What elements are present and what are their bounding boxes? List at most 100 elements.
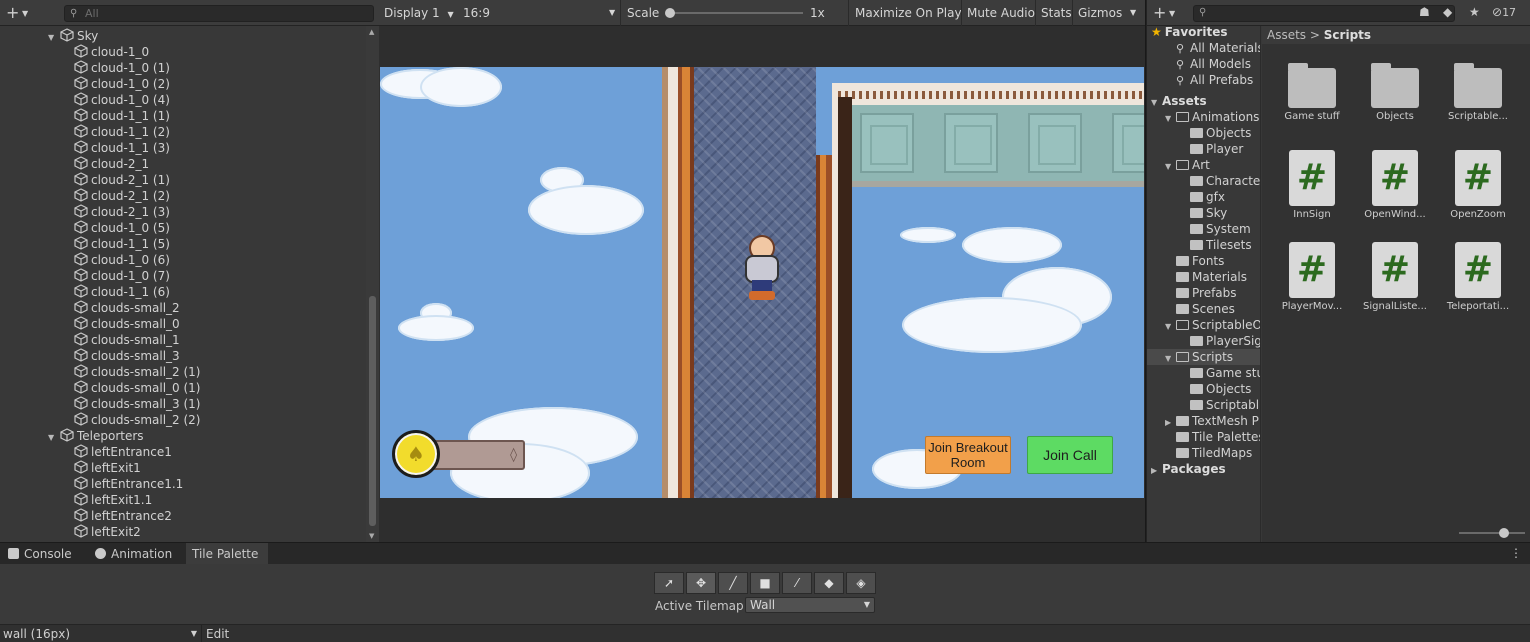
hierarchy-item[interactable]: cloud-1_1 (3) bbox=[74, 140, 170, 156]
hierarchy-item[interactable]: clouds-small_2 bbox=[74, 300, 180, 316]
hierarchy-item[interactable]: ▼ Sky bbox=[48, 28, 98, 44]
asset-script[interactable]: # SignalListe... bbox=[1357, 236, 1433, 318]
project-tree-item[interactable]: ▼ Scripts bbox=[1147, 349, 1260, 365]
erase-tool[interactable]: ◆ bbox=[814, 572, 844, 594]
project-tree-item[interactable]: TiledMaps bbox=[1147, 445, 1260, 461]
join-call-button[interactable]: Join Call bbox=[1027, 436, 1113, 474]
asset-script[interactable]: # PlayerMov... bbox=[1274, 236, 1350, 318]
project-tree-item[interactable]: ▼ ScriptableO bbox=[1147, 317, 1260, 333]
favorites-star-icon[interactable]: ★ bbox=[1469, 5, 1480, 19]
stats-toggle[interactable]: Stats bbox=[1035, 0, 1072, 26]
icon-size-slider-knob[interactable] bbox=[1499, 528, 1509, 538]
maximize-on-play-toggle[interactable]: Maximize On Play bbox=[848, 0, 962, 26]
paint-tool[interactable]: ╱ bbox=[718, 572, 748, 594]
project-tree-item[interactable]: ⚲ All Models bbox=[1147, 56, 1260, 72]
expand-arrow-icon[interactable]: ▶ bbox=[1151, 463, 1162, 479]
palette-dropdown[interactable]: wall (16px) ▼ bbox=[3, 626, 199, 642]
project-tree-item[interactable]: Game stu bbox=[1147, 365, 1260, 381]
hierarchy-item[interactable]: clouds-small_0 bbox=[74, 316, 180, 332]
asset-script[interactable]: # InnSign bbox=[1274, 144, 1350, 226]
breadcrumb-root[interactable]: Assets bbox=[1267, 28, 1306, 42]
breadcrumb-current[interactable]: Scripts bbox=[1324, 28, 1371, 42]
project-tree-item[interactable]: Player bbox=[1147, 141, 1260, 157]
project-tree-item[interactable]: Sky bbox=[1147, 205, 1260, 221]
asset-folder[interactable]: Game stuff bbox=[1274, 56, 1350, 138]
hierarchy-item[interactable]: clouds-small_0 (1) bbox=[74, 380, 201, 396]
hierarchy-item[interactable]: cloud-1_1 (1) bbox=[74, 108, 170, 124]
project-tree-item[interactable]: Scenes bbox=[1147, 301, 1260, 317]
hierarchy-item[interactable]: leftEntrance1 bbox=[74, 444, 172, 460]
hierarchy-item[interactable]: cloud-1_1 (6) bbox=[74, 284, 170, 300]
hierarchy-item[interactable]: cloud-2_1 bbox=[74, 156, 149, 172]
display-dropdown[interactable]: Display 1 ▼ bbox=[384, 0, 454, 26]
asset-folder[interactable]: Objects bbox=[1357, 56, 1433, 138]
project-tree-item[interactable]: Objects bbox=[1147, 381, 1260, 397]
mute-audio-toggle[interactable]: Mute Audio bbox=[961, 0, 1035, 26]
project-tree-item[interactable]: Scriptabl bbox=[1147, 397, 1260, 413]
scale-slider-knob[interactable] bbox=[665, 8, 675, 18]
project-tree-item[interactable]: ▼ Animations bbox=[1147, 109, 1260, 125]
hierarchy-item[interactable]: cloud-1_0 (1) bbox=[74, 60, 170, 76]
hierarchy-item[interactable]: clouds-small_2 (1) bbox=[74, 364, 201, 380]
hierarchy-item[interactable]: leftEntrance1.1 bbox=[74, 476, 183, 492]
asset-script[interactable]: # Teleportati... bbox=[1440, 236, 1516, 318]
pick-tool[interactable]: ⁄ bbox=[782, 572, 812, 594]
hierarchy-item[interactable]: cloud-2_1 (3) bbox=[74, 204, 170, 220]
add-object-button[interactable]: + ▼ bbox=[6, 3, 34, 23]
expand-arrow-icon[interactable]: ▼ bbox=[48, 30, 60, 46]
aspect-dropdown[interactable]: 16:9 ▼ bbox=[463, 0, 615, 26]
hierarchy-item[interactable]: leftEntrance2 bbox=[74, 508, 172, 524]
hierarchy-item[interactable]: cloud-1_0 (6) bbox=[74, 252, 170, 268]
hierarchy-item[interactable]: cloud-2_1 (1) bbox=[74, 172, 170, 188]
project-tree-item[interactable]: ▶ Packages bbox=[1147, 461, 1260, 479]
asset-script[interactable]: # OpenWind... bbox=[1357, 144, 1433, 226]
gizmos-toggle[interactable]: Gizmos bbox=[1072, 0, 1122, 26]
fill-tool[interactable]: ◈ bbox=[846, 572, 876, 594]
hierarchy-item[interactable]: cloud-1_0 (5) bbox=[74, 220, 170, 236]
create-asset-button[interactable]: + ▼ bbox=[1153, 3, 1181, 23]
bottom-tab[interactable]: Tile Palette bbox=[186, 543, 268, 565]
join-breakout-room-button[interactable]: Join Breakout Room bbox=[925, 436, 1011, 474]
hierarchy-scrollbar[interactable]: ▲ ▼ bbox=[366, 26, 379, 542]
scroll-up-icon[interactable]: ▲ bbox=[369, 28, 374, 36]
hierarchy-item[interactable]: clouds-small_1 bbox=[74, 332, 180, 348]
bottom-tab[interactable]: Animation bbox=[89, 543, 183, 565]
select-tool[interactable]: ➚ bbox=[654, 572, 684, 594]
scroll-down-icon[interactable]: ▼ bbox=[369, 532, 374, 540]
project-tree-item[interactable]: ▶ TextMesh P bbox=[1147, 413, 1260, 429]
move-tool[interactable]: ✥ bbox=[686, 572, 716, 594]
gizmos-dropdown-icon[interactable]: ▼ bbox=[1130, 0, 1136, 26]
game-viewport[interactable]: ◊ ♠ Join Breakout Room Join Call bbox=[380, 67, 1144, 498]
edit-palette-button[interactable]: Edit bbox=[201, 625, 233, 642]
search-by-label-icon[interactable]: ◆ bbox=[1443, 5, 1452, 19]
scale-slider[interactable] bbox=[665, 0, 803, 26]
hierarchy-item[interactable]: clouds-small_3 bbox=[74, 348, 180, 364]
project-tree-item[interactable]: PlayerSig bbox=[1147, 333, 1260, 349]
project-tree-item[interactable]: ★ Favorites bbox=[1147, 26, 1260, 40]
scrollbar-thumb[interactable] bbox=[369, 296, 376, 526]
project-tree-item[interactable]: Fonts bbox=[1147, 253, 1260, 269]
project-search-input[interactable]: ⚲ bbox=[1193, 5, 1455, 22]
hierarchy-item[interactable]: leftExit1.1 bbox=[74, 492, 152, 508]
hierarchy-search-input[interactable]: ⚲ All bbox=[64, 5, 374, 22]
hidden-packages-icon[interactable]: ⊘17 bbox=[1492, 5, 1516, 19]
icon-size-slider[interactable] bbox=[1459, 528, 1525, 538]
hierarchy-item[interactable]: cloud-1_0 (7) bbox=[74, 268, 170, 284]
hierarchy-item[interactable]: cloud-1_0 bbox=[74, 44, 149, 60]
hierarchy-item[interactable]: clouds-small_3 (1) bbox=[74, 396, 201, 412]
project-tree-item[interactable]: gfx bbox=[1147, 189, 1260, 205]
expand-arrow-icon[interactable]: ▼ bbox=[48, 430, 60, 446]
project-tree-item[interactable]: ▼ Art bbox=[1147, 157, 1260, 173]
hierarchy-item[interactable]: cloud-2_1 (2) bbox=[74, 188, 170, 204]
project-tree-item[interactable]: Objects bbox=[1147, 125, 1260, 141]
project-tree-item[interactable]: ▼ Assets bbox=[1147, 93, 1260, 109]
asset-folder[interactable]: Scriptable... bbox=[1440, 56, 1516, 138]
project-tree-item[interactable]: Materials bbox=[1147, 269, 1260, 285]
panel-menu-icon[interactable]: ⋮ bbox=[1510, 546, 1522, 560]
project-tree-item[interactable]: ⚲ All Materials bbox=[1147, 40, 1260, 56]
hierarchy-item[interactable]: cloud-1_0 (2) bbox=[74, 76, 170, 92]
project-tree-item[interactable]: ⚲ All Prefabs bbox=[1147, 72, 1260, 88]
hierarchy-item[interactable]: cloud-1_0 (4) bbox=[74, 92, 170, 108]
active-tilemap-dropdown[interactable]: Wall ▼ bbox=[745, 597, 875, 613]
hierarchy-item[interactable]: leftExit2 bbox=[74, 524, 141, 540]
